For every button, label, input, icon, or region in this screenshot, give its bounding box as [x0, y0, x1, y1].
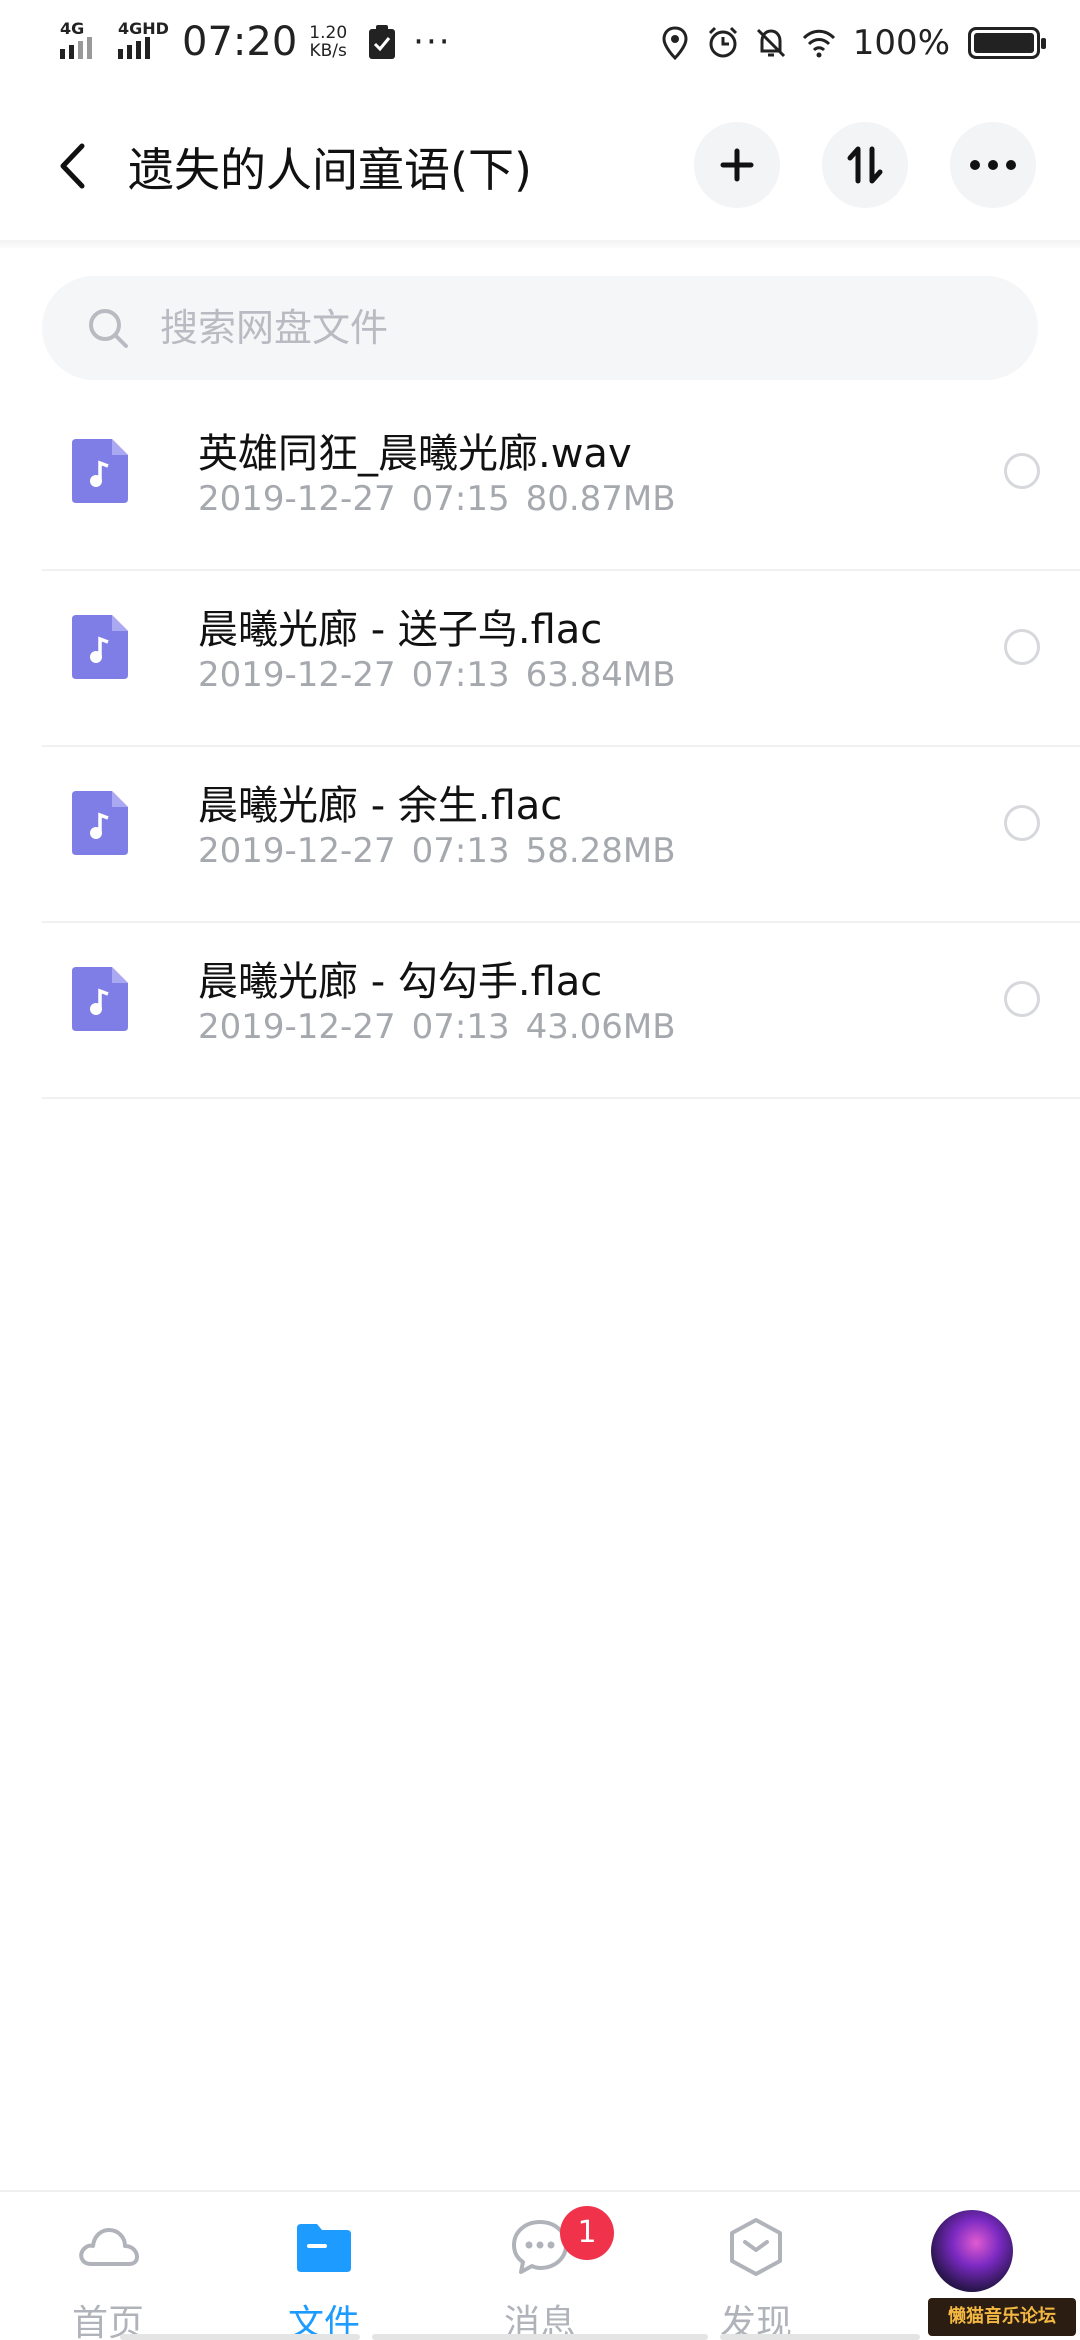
music-file-icon: [72, 439, 128, 503]
plus-icon: [720, 148, 754, 182]
more-button[interactable]: [950, 122, 1036, 208]
status-bar: 4G 4GHD 07:20 1.20 KB/s ··· 100%: [0, 0, 1080, 84]
battery-percent: 100%: [852, 23, 950, 63]
file-size: 63.84MB: [525, 655, 676, 695]
file-meta: 2019-12-27 07:13 58.28MB: [198, 831, 692, 871]
file-time: 07:15: [411, 479, 510, 519]
file-size: 43.06MB: [525, 1007, 676, 1047]
gesture-bar: [372, 2334, 708, 2340]
clock: 07:20: [182, 19, 298, 65]
file-name: 晨曦光廊 - 余生.flac: [198, 783, 563, 829]
file-date: 2019-12-27: [198, 831, 396, 871]
file-date: 2019-12-27: [198, 655, 396, 695]
sort-button[interactable]: [822, 122, 908, 208]
file-row[interactable]: 英雄同狂_晨曦光廊.wav 2019-12-27 07:15 80.87MB: [42, 395, 1080, 571]
header-divider: [0, 240, 1080, 248]
cube-icon: [730, 2218, 782, 2276]
cloud-icon: [79, 2228, 139, 2266]
music-file-icon: [72, 615, 128, 679]
signal-icon: 4G: [58, 17, 108, 67]
more-dots-icon: [970, 160, 1016, 170]
clipboard-check-icon: [369, 25, 396, 59]
file-name: 英雄同狂_晨曦光廊.wav: [198, 431, 632, 477]
file-name: 晨曦光廊 - 送子鸟.flac: [198, 607, 603, 653]
wifi-icon: [802, 29, 835, 58]
file-row[interactable]: 晨曦光廊 - 勾勾手.flac 2019-12-27 07:13 43.06MB: [42, 923, 1080, 1099]
signal-hd-icon: 4GHD: [116, 17, 169, 67]
file-time: 07:13: [411, 831, 510, 871]
file-meta: 2019-12-27 07:13 43.06MB: [198, 1007, 692, 1047]
bottom-tab-bar: 首页 文件 1 消息 发现 懒猫音乐论坛: [0, 2190, 1080, 2340]
speed-unit: KB/s: [309, 41, 347, 61]
more-notifications-icon: ···: [413, 22, 452, 62]
search-input[interactable]: [160, 306, 980, 350]
file-date: 2019-12-27: [198, 479, 396, 519]
tab-messages[interactable]: 1 消息: [432, 2192, 648, 2340]
network-speed: 1.20 KB/s: [309, 24, 347, 60]
page-title: 遗失的人间童语(下): [128, 143, 532, 197]
file-time: 07:13: [411, 655, 510, 695]
back-button[interactable]: [44, 136, 100, 196]
alarm-icon: [708, 26, 737, 58]
signal-hd-label: 4GHD: [118, 19, 169, 38]
file-time: 07:13: [411, 1007, 510, 1047]
file-row[interactable]: 晨曦光廊 - 送子鸟.flac 2019-12-27 07:13 63.84MB: [42, 571, 1080, 747]
file-list: 英雄同狂_晨曦光廊.wav 2019-12-27 07:15 80.87MB 晨曦光…: [0, 395, 1080, 1099]
file-meta: 2019-12-27 07:13 63.84MB: [198, 655, 692, 695]
signal-label: 4G: [60, 19, 85, 38]
battery-icon: [968, 27, 1046, 59]
location-icon: [662, 26, 688, 61]
music-file-icon: [72, 791, 128, 855]
select-radio[interactable]: [1004, 981, 1040, 1017]
file-row[interactable]: 晨曦光廊 - 余生.flac 2019-12-27 07:13 58.28MB: [42, 747, 1080, 923]
forum-watermark: 懒猫音乐论坛: [928, 2298, 1076, 2336]
add-button[interactable]: [694, 122, 780, 208]
file-date: 2019-12-27: [198, 1007, 396, 1047]
header: 遗失的人间童语(下): [0, 100, 1080, 230]
tab-home[interactable]: 首页: [0, 2192, 216, 2340]
avatar[interactable]: [931, 2210, 1013, 2292]
gesture-bar: [720, 2334, 920, 2340]
mute-bell-icon: [756, 28, 785, 58]
file-meta: 2019-12-27 07:15 80.87MB: [198, 479, 692, 519]
tab-discover[interactable]: 发现: [648, 2192, 864, 2340]
back-arrow-icon: [60, 143, 85, 189]
speed-value: 1.20: [309, 23, 348, 43]
gesture-bar: [120, 2334, 360, 2340]
tab-files[interactable]: 文件: [216, 2192, 432, 2340]
folder-icon: [297, 2224, 351, 2272]
select-radio[interactable]: [1004, 629, 1040, 665]
file-name: 晨曦光廊 - 勾勾手.flac: [198, 959, 603, 1005]
select-radio[interactable]: [1004, 805, 1040, 841]
search-icon: [89, 309, 128, 348]
music-file-icon: [72, 967, 128, 1031]
file-size: 80.87MB: [525, 479, 676, 519]
file-size: 58.28MB: [525, 831, 676, 871]
unread-badge: 1: [560, 2206, 614, 2260]
select-radio[interactable]: [1004, 453, 1040, 489]
search-bar[interactable]: [42, 276, 1038, 380]
sort-arrows-icon: [847, 146, 883, 184]
